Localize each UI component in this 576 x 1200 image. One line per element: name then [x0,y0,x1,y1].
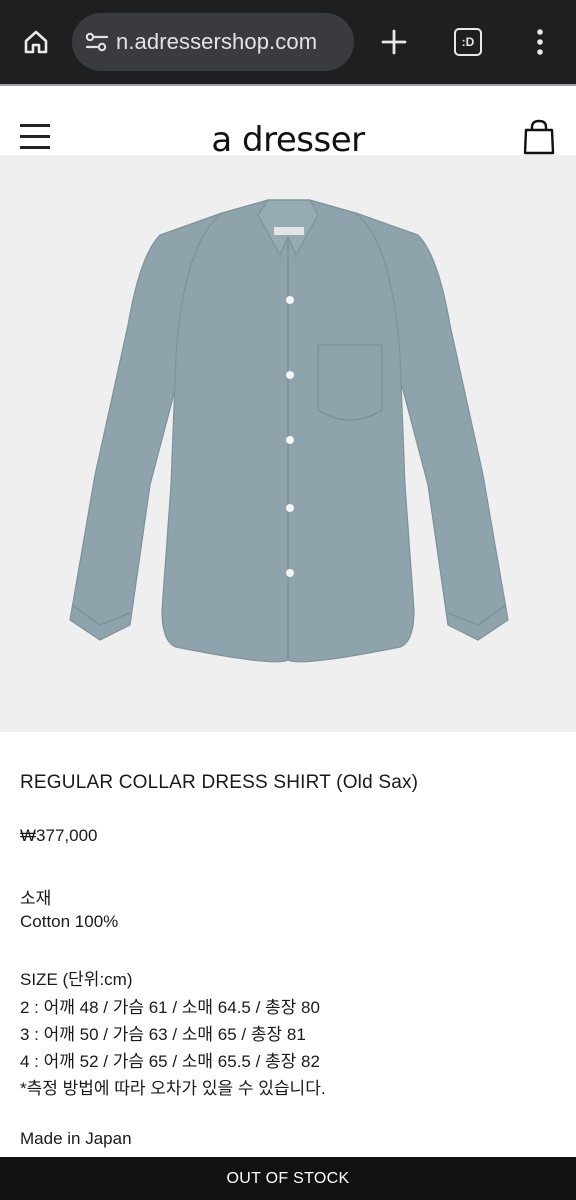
size-row: 2 : 어깨 48 / 가슴 61 / 소매 64.5 / 총장 80 [20,998,320,1017]
tab-switcher-button[interactable]: :D [446,20,490,64]
size-header: SIZE (단위:cm) [20,970,133,989]
material-value: Cotton 100% [20,912,119,931]
home-button[interactable] [12,20,60,64]
new-tab-button[interactable] [372,20,416,64]
measurement-note: *측정 방법에 따라 오차가 있을 수 있습니다. [20,1079,326,1098]
url-text[interactable]: n.adressershop.com [116,29,317,55]
address-bar[interactable]: n.adressershop.com [72,13,354,71]
product-price: ₩377,000 [20,826,98,845]
material-label: 소재 [20,889,52,908]
out-of-stock-button[interactable]: OUT OF STOCK [0,1157,576,1200]
origin-text: Made in Japan [20,1129,132,1148]
site-header: a dresser [0,86,576,160]
more-vert-icon [537,29,543,55]
plus-icon [381,29,407,55]
product-image[interactable] [0,155,576,732]
size-row: 3 : 어깨 50 / 가슴 63 / 소매 65 / 총장 81 [20,1025,306,1044]
browser-toolbar: n.adressershop.com :D [0,0,576,84]
browser-menu-button[interactable] [518,20,562,64]
shirt-illustration [69,199,509,663]
site-settings-icon[interactable] [82,27,112,57]
home-icon [24,30,48,54]
product-title: REGULAR COLLAR DRESS SHIRT (Old Sax) [20,772,419,793]
size-row: 4 : 어깨 52 / 가슴 65 / 소매 65.5 / 총장 82 [20,1052,320,1071]
brand-logo[interactable]: a dresser [0,120,576,160]
tab-count-badge: :D [454,28,482,56]
shopping-bag-icon[interactable] [522,118,556,156]
